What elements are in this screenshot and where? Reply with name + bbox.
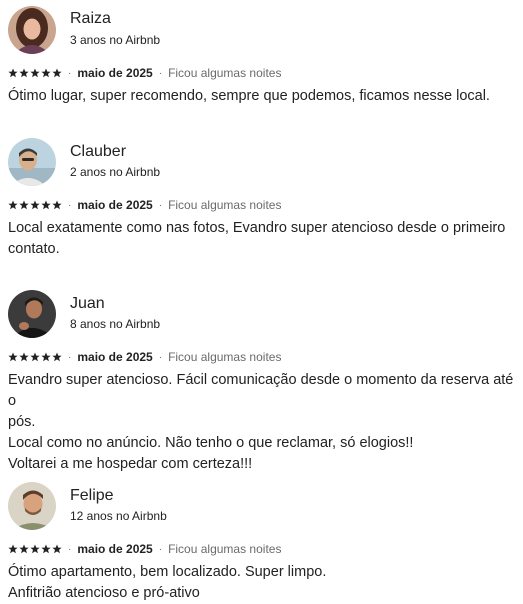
review-date: maio de 2025	[77, 542, 153, 556]
separator-dot: ·	[68, 199, 72, 211]
review-text: Ótimo lugar, super recomendo, sempre que…	[8, 86, 522, 107]
star-icon	[19, 200, 29, 210]
star-icon	[52, 352, 62, 362]
star-rating	[8, 68, 62, 78]
stay-length: Ficou algumas noites	[168, 542, 282, 556]
star-icon	[52, 200, 62, 210]
review-text: Evandro super atencioso. Fácil comunicaç…	[8, 370, 522, 475]
star-icon	[30, 544, 40, 554]
separator-dot: ·	[68, 351, 72, 363]
review-text-line: Voltarei a me hospedar com certeza!!!	[8, 456, 253, 472]
reviewer-name: Juan	[70, 295, 105, 312]
review-meta: · maio de 2025 · Ficou algumas noites	[8, 350, 281, 364]
separator-dot: ·	[68, 543, 72, 555]
review-date: maio de 2025	[77, 350, 153, 364]
stay-length: Ficou algumas noites	[168, 66, 282, 80]
star-rating	[8, 200, 62, 210]
avatar[interactable]	[8, 482, 56, 530]
review-text-line: Ótimo apartamento, bem localizado. Super…	[8, 564, 327, 580]
star-rating	[8, 352, 62, 362]
review-date: maio de 2025	[77, 66, 153, 80]
separator-dot: ·	[158, 67, 163, 79]
review-text-line: pós.	[8, 414, 36, 430]
avatar[interactable]	[8, 290, 56, 338]
review-meta: · maio de 2025 · Ficou algumas noites	[8, 66, 281, 80]
star-icon	[41, 352, 51, 362]
reviewer-name: Clauber	[70, 143, 127, 160]
avatar-image	[8, 290, 56, 338]
star-icon	[30, 352, 40, 362]
star-icon	[41, 200, 51, 210]
reviewer-tenure: 3 anos no Airbnb	[70, 33, 161, 47]
star-icon	[19, 544, 29, 554]
star-icon	[8, 68, 18, 78]
avatar-image	[8, 138, 56, 186]
star-icon	[19, 352, 29, 362]
reviewer-name: Felipe	[70, 487, 114, 504]
star-icon	[52, 544, 62, 554]
star-icon	[19, 68, 29, 78]
avatar[interactable]	[8, 138, 56, 186]
review-text-line: Ótimo lugar, super recomendo, sempre que…	[8, 88, 490, 104]
separator-dot: ·	[158, 351, 163, 363]
review-meta: · maio de 2025 · Ficou algumas noites	[8, 198, 281, 212]
star-icon	[41, 68, 51, 78]
reviewer-name: Raiza	[70, 10, 111, 27]
review-text-line: contato.	[8, 241, 60, 257]
review-date: maio de 2025	[77, 198, 153, 212]
star-icon	[8, 544, 18, 554]
avatar-image	[8, 482, 56, 530]
avatar-image	[8, 6, 56, 54]
reviewer-tenure: 2 anos no Airbnb	[70, 165, 161, 179]
review-text-line: Local exatamente como nas fotos, Evandro…	[8, 220, 506, 236]
review-text: Ótimo apartamento, bem localizado. Super…	[8, 562, 522, 604]
review-text-line: Local como no anúncio. Não tenho o que r…	[8, 435, 414, 451]
star-icon	[8, 200, 18, 210]
star-rating	[8, 544, 62, 554]
star-icon	[30, 68, 40, 78]
star-icon	[41, 544, 51, 554]
review-text: Local exatamente como nas fotos, Evandro…	[8, 218, 522, 260]
stay-length: Ficou algumas noites	[168, 350, 282, 364]
separator-dot: ·	[68, 67, 72, 79]
star-icon	[8, 352, 18, 362]
review-text-line: Anfitrião atencioso e pró-ativo	[8, 585, 200, 601]
review-meta: · maio de 2025 · Ficou algumas noites	[8, 542, 281, 556]
reviewer-tenure: 12 anos no Airbnb	[70, 509, 167, 523]
star-icon	[30, 200, 40, 210]
reviewer-tenure: 8 anos no Airbnb	[70, 317, 161, 331]
star-icon	[52, 68, 62, 78]
review-text-line: Evandro super atencioso. Fácil comunicaç…	[8, 372, 514, 409]
separator-dot: ·	[158, 543, 163, 555]
separator-dot: ·	[158, 199, 163, 211]
avatar[interactable]	[8, 6, 56, 54]
stay-length: Ficou algumas noites	[168, 198, 282, 212]
